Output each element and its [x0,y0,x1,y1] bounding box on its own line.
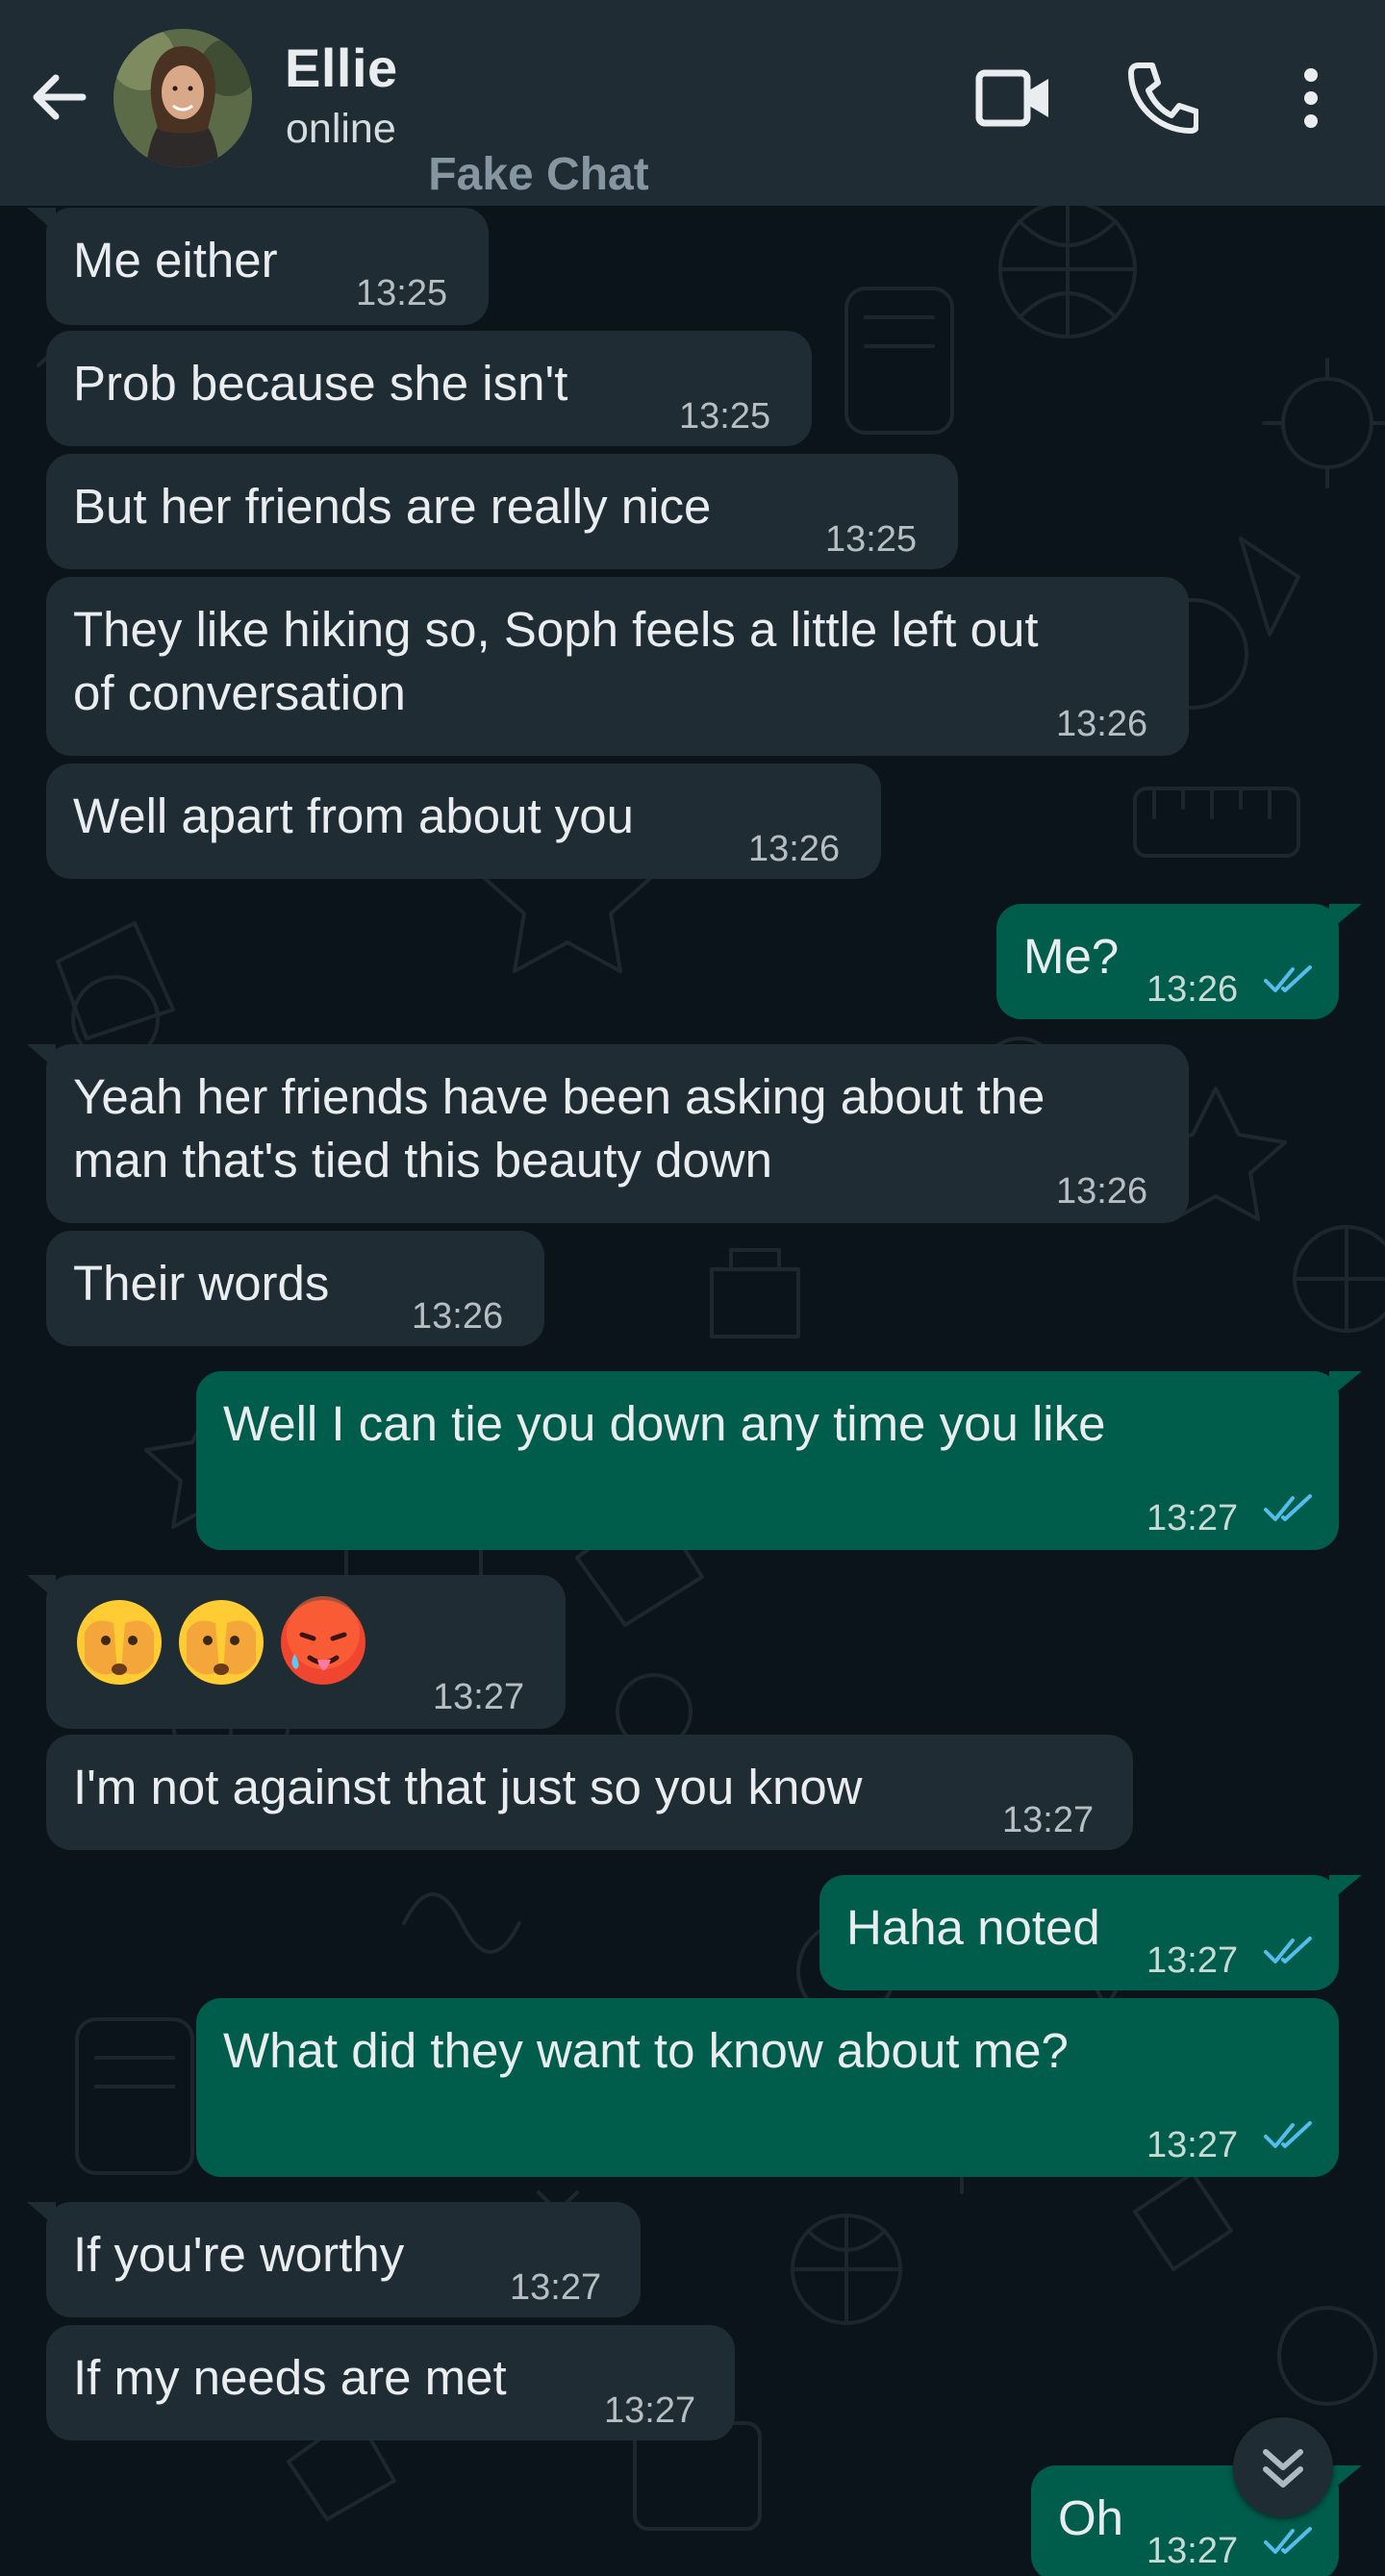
message-time: 13:26 [748,829,841,869]
message-incoming[interactable]: Well apart from about you 13:26 [46,763,881,879]
message-incoming[interactable]: Their words 13:26 [46,1231,544,1346]
message-incoming-emoji[interactable]: 13:27 [27,1575,566,1729]
message-text: Their words [73,1256,330,1311]
chat-screen: Ellie online Fake Chat Me either 13:25 P… [0,0,1385,2576]
message-text-line2: man that's tied this beauty down [73,1133,772,1188]
message-time: 13:27 [1146,1940,1239,1981]
message-text: Me? [1023,929,1120,984]
double-chevron-down-icon [1263,2449,1303,2488]
contact-name[interactable]: Ellie [285,37,398,99]
double-check-icon [1264,2121,1312,2148]
watermark-text: Fake Chat [428,149,649,200]
double-check-icon [1264,2527,1312,2554]
message-time: 13:27 [1002,1800,1095,1840]
message-outgoing[interactable]: Haha noted 13:27 [819,1875,1362,1990]
message-incoming[interactable]: I'm not against that just so you know 13… [46,1735,1133,1850]
message-text: Yeah her friends have been asking about … [73,1069,1045,1124]
message-incoming[interactable]: Me either 13:25 [27,208,489,325]
message-time: 13:27 [433,1677,525,1717]
message-time: 13:27 [1146,2531,1239,2571]
double-check-icon [1264,1494,1312,1521]
message-outgoing[interactable]: Me? 13:26 [996,904,1362,1019]
message-incoming[interactable]: They like hiking so, Soph feels a little… [46,577,1189,756]
message-incoming[interactable]: But her friends are really nice 13:25 [46,454,958,569]
message-text: Well apart from about you [73,788,635,843]
message-text: They like hiking so, Soph feels a little… [73,602,1039,657]
message-text: Oh [1058,2490,1124,2545]
message-time: 13:27 [510,2267,602,2308]
message-text: Prob because she isn't [73,356,568,411]
message-incoming[interactable]: If you're worthy 13:27 [27,2202,641,2317]
message-text: If my needs are met [73,2350,507,2405]
message-time: 13:26 [1146,969,1239,1010]
message-text: I'm not against that just so you know [73,1760,863,1814]
message-text: If you're worthy [73,2227,405,2282]
message-time: 13:26 [412,1296,504,1337]
contact-avatar[interactable] [113,29,252,167]
scroll-to-bottom-button[interactable] [1233,2417,1333,2517]
message-text: Haha noted [846,1900,1100,1955]
message-time: 13:25 [679,396,771,437]
message-text-line2: of conversation [73,665,406,720]
more-options-icon[interactable] [1285,60,1337,137]
message-time: 13:25 [825,519,918,560]
message-time: 13:26 [1056,1171,1148,1212]
message-time: 13:26 [1056,704,1148,744]
message-text: What did they want to know about me? [223,2023,1069,2078]
message-time: 13:25 [356,273,448,313]
face-with-peeking-eye-emoji-icon [77,1600,162,1685]
back-arrow-icon[interactable] [25,63,92,131]
message-time: 13:27 [1146,2125,1239,2165]
message-incoming[interactable]: Prob because she isn't 13:25 [46,331,812,446]
hot-face-emoji-icon [281,1596,365,1685]
message-time: 13:27 [604,2390,696,2431]
face-with-peeking-eye-emoji-icon [179,1600,264,1685]
message-text: Well I can tie you down any time you lik… [223,1396,1106,1451]
double-check-icon [1264,1937,1312,1963]
message-outgoing[interactable]: What did they want to know about me? 13:… [196,1998,1339,2177]
message-incoming[interactable]: Yeah her friends have been asking about … [27,1044,1189,1223]
message-outgoing[interactable]: Well I can tie you down any time you lik… [196,1371,1362,1550]
contact-status: online [286,106,396,152]
message-text: Me either [73,233,278,288]
video-call-icon[interactable] [973,62,1054,135]
message-incoming[interactable]: If my needs are met 13:27 [46,2325,735,2440]
message-time: 13:27 [1146,1498,1239,1538]
message-text: But her friends are really nice [73,479,712,534]
double-check-icon [1264,965,1312,992]
chat-header: Ellie online Fake Chat [0,0,1385,206]
phone-call-icon[interactable] [1125,60,1198,137]
